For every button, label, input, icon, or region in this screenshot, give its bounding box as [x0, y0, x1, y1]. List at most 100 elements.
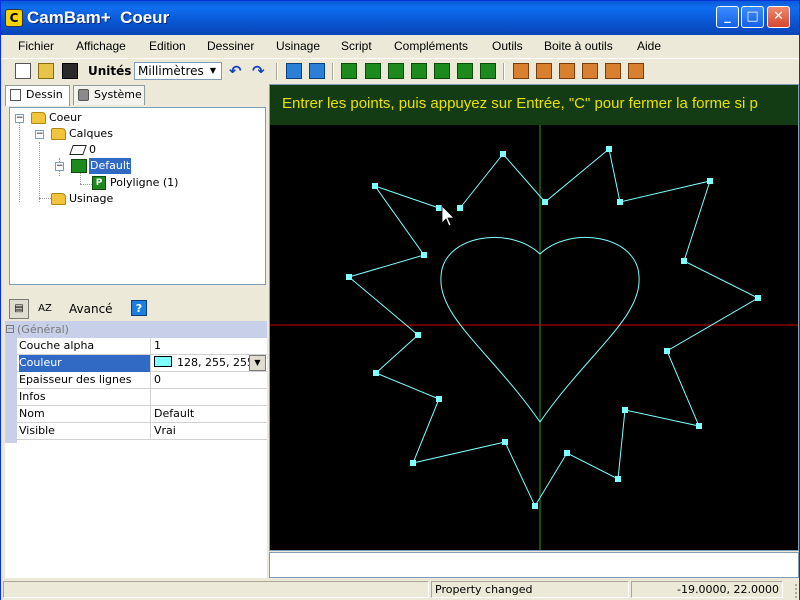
menu-bar: Fichier Affichage Edition Dessiner Usina…	[1, 35, 799, 57]
status-bar: Property changed -19.0000, 22.0000	[1, 579, 799, 600]
polyline-icon: P	[92, 176, 106, 190]
advanced-button[interactable]: Avancé	[69, 302, 113, 316]
toolbar-separator	[332, 63, 334, 80]
drawing-page-icon	[10, 89, 21, 101]
snap-grid-icon[interactable]	[286, 63, 302, 79]
chevron-down-icon[interactable]: ▼	[249, 355, 266, 371]
menu-fichier[interactable]: Fichier	[18, 39, 54, 53]
cad-view[interactable]	[270, 85, 799, 551]
menu-aide[interactable]: Aide	[637, 39, 661, 53]
resize-grip-icon[interactable]	[785, 584, 797, 598]
maximize-button[interactable]: □	[741, 6, 764, 28]
expander-default[interactable]: −	[55, 162, 64, 171]
polyline-tool-icon[interactable]	[341, 63, 357, 79]
category-general-label: (Général)	[17, 323, 69, 336]
property-value[interactable]: 1	[154, 338, 161, 354]
active-layer-icon	[71, 159, 87, 173]
pocket-op-icon[interactable]	[559, 63, 575, 79]
drawing-canvas[interactable]: Entrer les points, puis appuyez sur Entr…	[269, 84, 799, 551]
menu-affichage[interactable]: Affichage	[76, 39, 126, 53]
show-grid-icon[interactable]	[309, 63, 325, 79]
drill-op-icon[interactable]	[513, 63, 529, 79]
tree-connector	[39, 198, 51, 199]
toolbar-separator	[276, 63, 278, 80]
close-button[interactable]: ✕	[767, 6, 790, 28]
alphabetical-sort-button[interactable]: AZ	[35, 299, 55, 319]
minimize-button[interactable]: _	[716, 6, 739, 28]
property-row-couleur[interactable]: Couleur 128, 255, 255 ▼	[17, 355, 267, 372]
property-row-nom[interactable]: Nom Default	[17, 406, 267, 423]
mouse-cursor-icon	[441, 205, 455, 227]
property-name: Couleur	[19, 355, 151, 372]
cambam-logo-icon: C	[5, 9, 23, 27]
points-tool-icon[interactable]	[388, 63, 404, 79]
menu-script[interactable]: Script	[341, 39, 372, 53]
tree-connector	[19, 122, 20, 202]
category-general[interactable]: − (Général)	[5, 321, 267, 338]
main-window: C CamBam+ Coeur _ □ ✕ Fichier Affichage …	[0, 0, 800, 600]
gcode-op-icon[interactable]	[628, 63, 644, 79]
menu-dessiner[interactable]: Dessiner	[207, 39, 254, 53]
polyline-vertices[interactable]	[346, 146, 761, 509]
property-row-visible[interactable]: Visible Vrai	[17, 423, 267, 440]
property-value[interactable]: 0	[154, 372, 161, 388]
arc-tool-icon[interactable]	[457, 63, 473, 79]
engrave-op-icon[interactable]	[582, 63, 598, 79]
property-name: Visible	[19, 423, 151, 440]
tree-label-coeur: Coeur	[49, 111, 82, 124]
tree-label-layer-default: Default	[89, 158, 132, 174]
help-icon[interactable]: ?	[131, 300, 147, 316]
color-swatch	[154, 356, 172, 367]
save-icon[interactable]	[62, 63, 78, 79]
menu-complements[interactable]: Compléments	[394, 39, 468, 53]
property-value[interactable]: Default	[154, 406, 194, 422]
property-row-couche-alpha[interactable]: Couche alpha 1	[17, 338, 267, 355]
folder-icon	[51, 128, 66, 140]
profile-op-icon[interactable]	[536, 63, 552, 79]
menu-outils[interactable]: Outils	[492, 39, 523, 53]
properties-toolbar: ▤ AZ Avancé ?	[5, 297, 267, 321]
menu-usinage[interactable]: Usinage	[276, 39, 320, 53]
property-name: Couche alpha	[19, 338, 151, 355]
property-value[interactable]: Vrai	[154, 423, 176, 439]
units-select[interactable]: Millimètres ▼	[134, 62, 222, 80]
categorized-view-button[interactable]: ▤	[9, 299, 29, 319]
prompt-message: Entrer les points, puis appuyez sur Entr…	[270, 85, 798, 125]
menu-edition[interactable]: Edition	[149, 39, 186, 53]
toolbar-separator	[503, 63, 505, 80]
wrench-icon	[78, 89, 89, 101]
tree-label-polyline: Polyligne (1)	[110, 176, 179, 189]
units-select-value: Millimètres	[138, 64, 204, 78]
circle-tool-icon[interactable]	[365, 63, 381, 79]
star-polyline[interactable]	[347, 148, 760, 508]
menu-boite-a-outils[interactable]: Boite à outils	[544, 39, 613, 53]
collapse-icon[interactable]: −	[6, 325, 14, 333]
chevron-down-icon[interactable]: ▼	[206, 64, 220, 78]
property-grid-margin	[5, 338, 17, 443]
property-value-color[interactable]: 128, 255, 255	[154, 355, 254, 371]
surface-tool-icon[interactable]	[480, 63, 496, 79]
status-coordinates: -19.0000, 22.0000	[631, 581, 783, 598]
tree-label-layer-0: 0	[89, 143, 96, 156]
undo-icon[interactable]: ↶	[229, 62, 242, 80]
rectangle-tool-icon[interactable]	[411, 63, 427, 79]
color-value-text: 128, 255, 255	[177, 356, 254, 369]
expander-coeur[interactable]: −	[15, 114, 24, 123]
property-description-area	[5, 443, 267, 578]
window-title: CamBam+ Coeur	[27, 8, 170, 27]
property-row-infos[interactable]: Infos	[17, 389, 267, 406]
new-file-icon[interactable]	[15, 63, 31, 79]
redo-icon[interactable]: ↷	[252, 62, 265, 80]
layer-icon	[69, 145, 87, 155]
property-name: Infos	[19, 389, 151, 406]
tab-systeme[interactable]: Système	[73, 85, 145, 105]
text-tool-icon[interactable]	[434, 63, 450, 79]
title-bar[interactable]: C CamBam+ Coeur _ □ ✕	[1, 1, 799, 35]
open-folder-icon[interactable]	[38, 63, 54, 79]
3d-profile-op-icon[interactable]	[605, 63, 621, 79]
tab-dessin-label: Dessin	[26, 88, 63, 101]
command-console[interactable]	[269, 552, 799, 578]
expander-calques[interactable]: −	[35, 130, 44, 139]
tab-dessin[interactable]: Dessin	[5, 85, 70, 106]
property-row-epaisseur[interactable]: Epaisseur des lignes 0	[17, 372, 267, 389]
